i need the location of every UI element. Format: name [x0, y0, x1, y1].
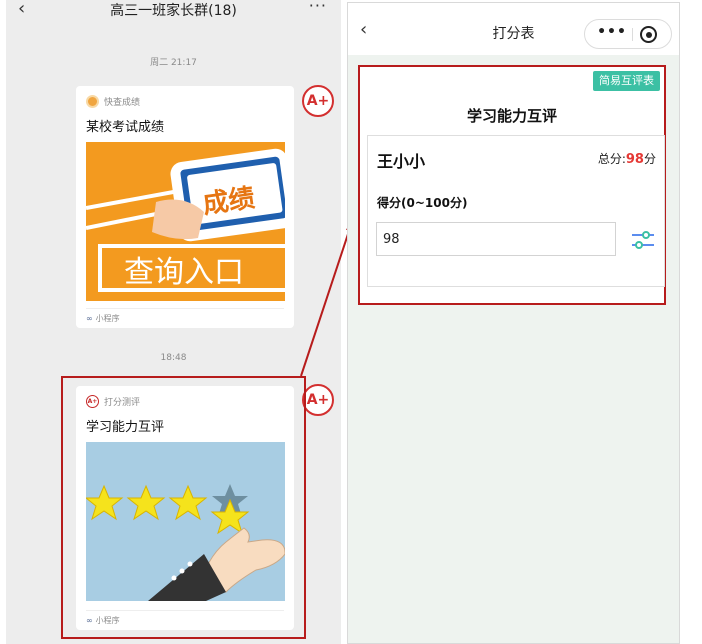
student-score-card: 王小小 总分:98分 得分(0~100分)	[367, 135, 665, 287]
form-title: 学习能力互评	[466, 107, 557, 125]
score-query-image: 成绩 查询入口	[86, 142, 285, 301]
student-name: 王小小	[377, 152, 426, 171]
capsule-close-icon[interactable]	[640, 26, 657, 43]
capsule-divider	[632, 28, 633, 41]
peer-review-form: 简易互评表 学习能力互评 王小小 总分:98分 得分(0~100分)	[358, 65, 666, 305]
avatar[interactable]: A+	[302, 384, 334, 416]
miniprogram-card-score-query[interactable]: 快查成绩 某校考试成绩 成绩 查询入口 ∞ 小程序	[76, 86, 294, 328]
score-field-label: 得分(0~100分)	[377, 196, 468, 210]
score-input[interactable]	[376, 222, 616, 256]
group-chat-panel: ‹ 高三一班家长群(18) ··· 周二 21:17 快查成绩 某校考试成绩 成…	[6, 0, 341, 644]
miniprogram-nav-bar: ‹ 打分表 •••	[348, 3, 679, 55]
image-text-query: 查询入口	[124, 255, 244, 290]
total-label: 总分:	[597, 152, 626, 166]
total-value: 98	[625, 152, 644, 167]
miniprogram-link-icon: ∞	[86, 314, 93, 323]
capsule-more-icon[interactable]: •••	[595, 24, 629, 40]
capsule-menu: •••	[584, 19, 672, 49]
slider-adjust-icon[interactable]	[631, 230, 655, 250]
highlight-box-card	[61, 376, 306, 639]
timestamp: 18:48	[160, 353, 187, 363]
chat-title: 高三一班家长群(18)	[110, 3, 237, 19]
card-source-label: 快查成绩	[104, 97, 141, 108]
avatar[interactable]: A+	[302, 85, 334, 117]
chat-header: ‹ 高三一班家长群(18) ···	[6, 0, 341, 24]
card-footer: ∞ 小程序	[86, 308, 284, 324]
more-dots-icon[interactable]: ···	[309, 0, 327, 15]
total-unit: 分	[643, 152, 656, 166]
card-title: 某校考试成绩	[86, 120, 165, 135]
source-logo-icon	[86, 94, 99, 108]
total-score: 总分:98分	[598, 150, 656, 167]
card-footer-label: 小程序	[95, 314, 120, 323]
card-source: 快查成绩	[86, 94, 140, 108]
timestamp: 周二 21:17	[150, 58, 197, 68]
form-type-badge: 简易互评表	[593, 71, 660, 91]
miniprogram-panel: ‹ 打分表 ••• 简易互评表 学习能力互评 王小小 总分:98分 得分(0~1…	[347, 2, 680, 644]
